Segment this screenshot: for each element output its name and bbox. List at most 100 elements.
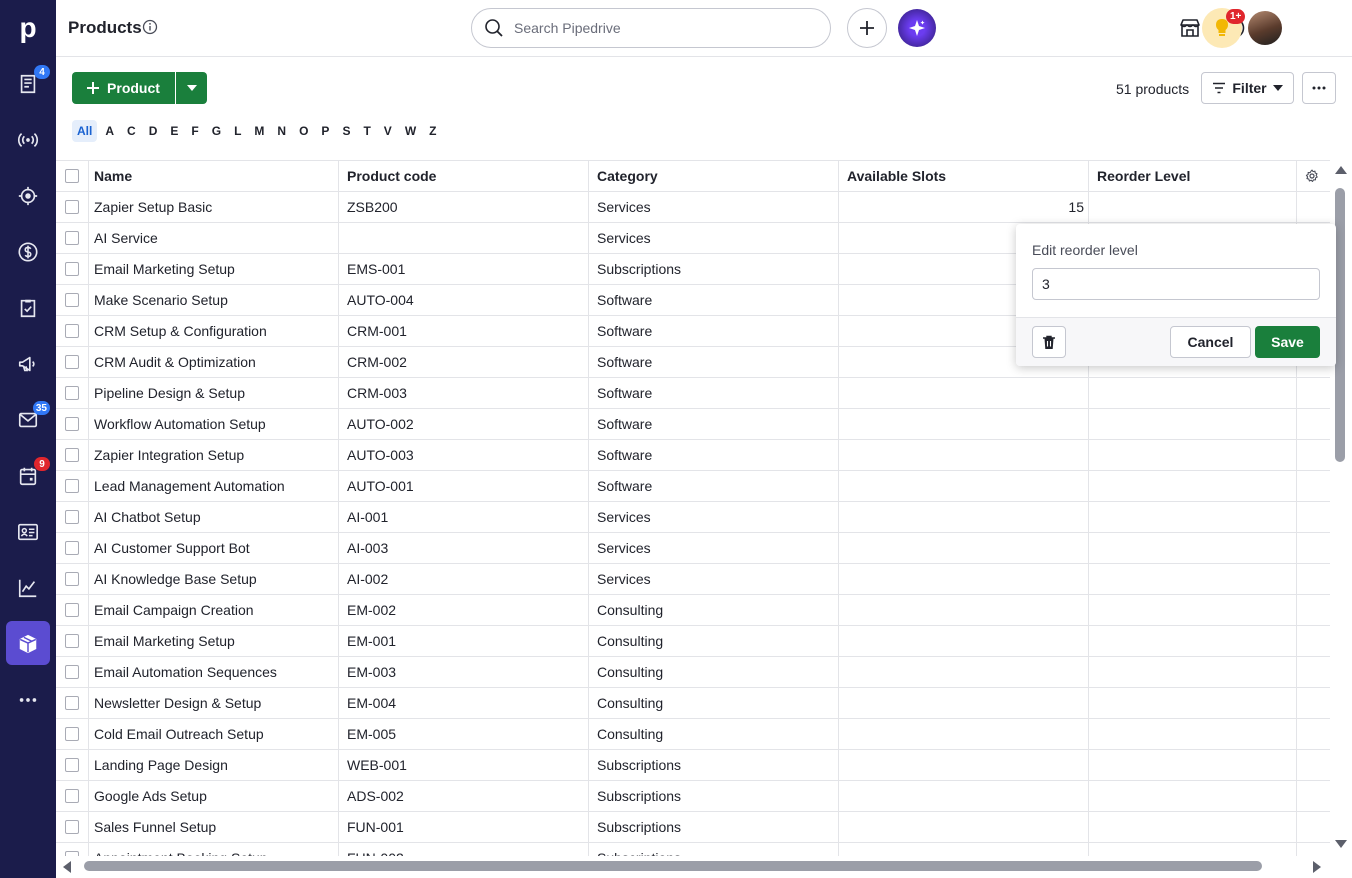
available-slots-cell[interactable]: [839, 471, 1089, 501]
table-row[interactable]: Zapier Setup Basic ZSB200 Services 15: [56, 192, 1330, 223]
product-code-cell[interactable]: CRM-001: [339, 316, 589, 346]
name-cell[interactable]: Appointment Booking Setup: [89, 843, 339, 856]
reorder-level-cell[interactable]: [1089, 595, 1297, 625]
marketplace-icon[interactable]: [1178, 16, 1202, 40]
table-row[interactable]: AI Chatbot Setup AI-001 Services: [56, 502, 1330, 533]
save-button[interactable]: Save: [1255, 326, 1320, 358]
category-cell[interactable]: Software: [589, 347, 839, 377]
category-cell[interactable]: Consulting: [589, 688, 839, 718]
alphabet-letter[interactable]: O: [294, 120, 313, 142]
name-cell[interactable]: Landing Page Design: [89, 750, 339, 780]
available-slots-cell[interactable]: [839, 409, 1089, 439]
table-row[interactable]: Email Marketing Setup EM-001 Consulting: [56, 626, 1330, 657]
category-cell[interactable]: Software: [589, 378, 839, 408]
sidebar-item-dollar[interactable]: [0, 229, 56, 275]
reorder-level-cell[interactable]: [1089, 719, 1297, 749]
available-slots-cell[interactable]: [839, 719, 1089, 749]
product-code-cell[interactable]: EM-004: [339, 688, 589, 718]
name-cell[interactable]: AI Customer Support Bot: [89, 533, 339, 563]
category-cell[interactable]: Consulting: [589, 657, 839, 687]
available-slots-cell[interactable]: [839, 688, 1089, 718]
row-checkbox[interactable]: [65, 758, 79, 772]
category-cell[interactable]: Software: [589, 316, 839, 346]
product-code-cell[interactable]: ADS-002: [339, 781, 589, 811]
available-slots-cell[interactable]: [839, 595, 1089, 625]
available-slots-cell[interactable]: 15: [839, 192, 1089, 222]
category-cell[interactable]: Consulting: [589, 719, 839, 749]
product-code-cell[interactable]: FUN-002: [339, 843, 589, 856]
table-row[interactable]: Appointment Booking SetupFUN-002Subscrip…: [56, 843, 1330, 856]
row-checkbox[interactable]: [65, 200, 79, 214]
row-checkbox[interactable]: [65, 293, 79, 307]
category-cell[interactable]: Subscriptions: [589, 750, 839, 780]
name-cell[interactable]: Zapier Setup Basic: [89, 192, 339, 222]
table-row[interactable]: Landing Page Design WEB-001 Subscriptions: [56, 750, 1330, 781]
row-checkbox[interactable]: [65, 355, 79, 369]
column-header-reorder-level[interactable]: Reorder Level: [1089, 161, 1297, 191]
scroll-down-arrow[interactable]: [1334, 839, 1348, 849]
product-code-cell[interactable]: EM-005: [339, 719, 589, 749]
alphabet-letter[interactable]: Z: [424, 120, 441, 142]
reorder-level-cell[interactable]: [1089, 471, 1297, 501]
search-input[interactable]: Search Pipedrive: [471, 8, 831, 48]
reorder-level-cell[interactable]: [1089, 657, 1297, 687]
name-cell[interactable]: Make Scenario Setup: [89, 285, 339, 315]
table-row[interactable]: Newsletter Design & Setup EM-004 Consultin…: [56, 688, 1330, 719]
row-checkbox[interactable]: [65, 603, 79, 617]
scroll-right-arrow[interactable]: [1312, 860, 1322, 874]
name-cell[interactable]: AI Service: [89, 223, 339, 253]
alphabet-letter[interactable]: G: [207, 120, 226, 142]
filter-button[interactable]: Filter: [1201, 72, 1294, 104]
column-header-product-code[interactable]: Product code: [339, 161, 589, 191]
reorder-level-cell[interactable]: [1089, 192, 1297, 222]
name-cell[interactable]: Email Automation Sequences: [89, 657, 339, 687]
available-slots-cell[interactable]: [839, 564, 1089, 594]
category-cell[interactable]: Software: [589, 471, 839, 501]
category-cell[interactable]: Software: [589, 409, 839, 439]
name-cell[interactable]: Lead Management Automation: [89, 471, 339, 501]
alphabet-letter[interactable]: L: [229, 120, 246, 142]
product-code-cell[interactable]: EMS-001: [339, 254, 589, 284]
category-cell[interactable]: Services: [589, 502, 839, 532]
name-cell[interactable]: Cold Email Outreach Setup: [89, 719, 339, 749]
available-slots-cell[interactable]: [839, 378, 1089, 408]
table-row[interactable]: Email Automation Sequences EM-003 Consulti…: [56, 657, 1330, 688]
vertical-scrollbar-thumb[interactable]: [1335, 188, 1345, 462]
available-slots-cell[interactable]: [839, 626, 1089, 656]
category-cell[interactable]: Software: [589, 285, 839, 315]
table-row[interactable]: AI Knowledge Base Setup AI-002 Services: [56, 564, 1330, 595]
table-row[interactable]: Pipeline Design & Setup CRM-003 Software: [56, 378, 1330, 409]
horizontal-scrollbar-thumb[interactable]: [84, 861, 1262, 871]
alphabet-letter[interactable]: W: [400, 120, 421, 142]
sidebar-item-mail[interactable]: 35: [0, 397, 56, 443]
available-slots-cell[interactable]: [839, 533, 1089, 563]
table-row[interactable]: Email Campaign Creation EM-002 Consulting: [56, 595, 1330, 626]
row-checkbox[interactable]: [65, 541, 79, 555]
reorder-level-cell[interactable]: [1089, 378, 1297, 408]
available-slots-cell[interactable]: [839, 502, 1089, 532]
table-row[interactable]: Lead Management Automation AUTO-001 Softwa…: [56, 471, 1330, 502]
available-slots-cell[interactable]: [839, 812, 1089, 842]
alphabet-letter[interactable]: All: [72, 120, 98, 142]
table-row[interactable]: Cold Email Outreach Setup EM-005 Consultin…: [56, 719, 1330, 750]
name-cell[interactable]: Newsletter Design & Setup: [89, 688, 339, 718]
row-checkbox[interactable]: [65, 324, 79, 338]
cancel-button[interactable]: Cancel: [1170, 326, 1251, 358]
product-code-cell[interactable]: ZSB200: [339, 192, 589, 222]
row-checkbox[interactable]: [65, 510, 79, 524]
name-cell[interactable]: AI Knowledge Base Setup: [89, 564, 339, 594]
product-code-cell[interactable]: AI-002: [339, 564, 589, 594]
reorder-level-cell[interactable]: [1089, 409, 1297, 439]
column-header-category[interactable]: Category: [589, 161, 839, 191]
row-checkbox[interactable]: [65, 479, 79, 493]
sidebar-item-more[interactable]: [0, 677, 56, 723]
product-code-cell[interactable]: EM-002: [339, 595, 589, 625]
row-checkbox[interactable]: [65, 789, 79, 803]
product-code-cell[interactable]: AUTO-002: [339, 409, 589, 439]
delete-value-button[interactable]: [1032, 326, 1066, 358]
info-icon[interactable]: [142, 19, 158, 35]
name-cell[interactable]: CRM Audit & Optimization: [89, 347, 339, 377]
alphabet-letter[interactable]: E: [165, 120, 183, 142]
pipedrive-logo[interactable]: p: [0, 0, 56, 56]
reorder-level-cell[interactable]: [1089, 564, 1297, 594]
